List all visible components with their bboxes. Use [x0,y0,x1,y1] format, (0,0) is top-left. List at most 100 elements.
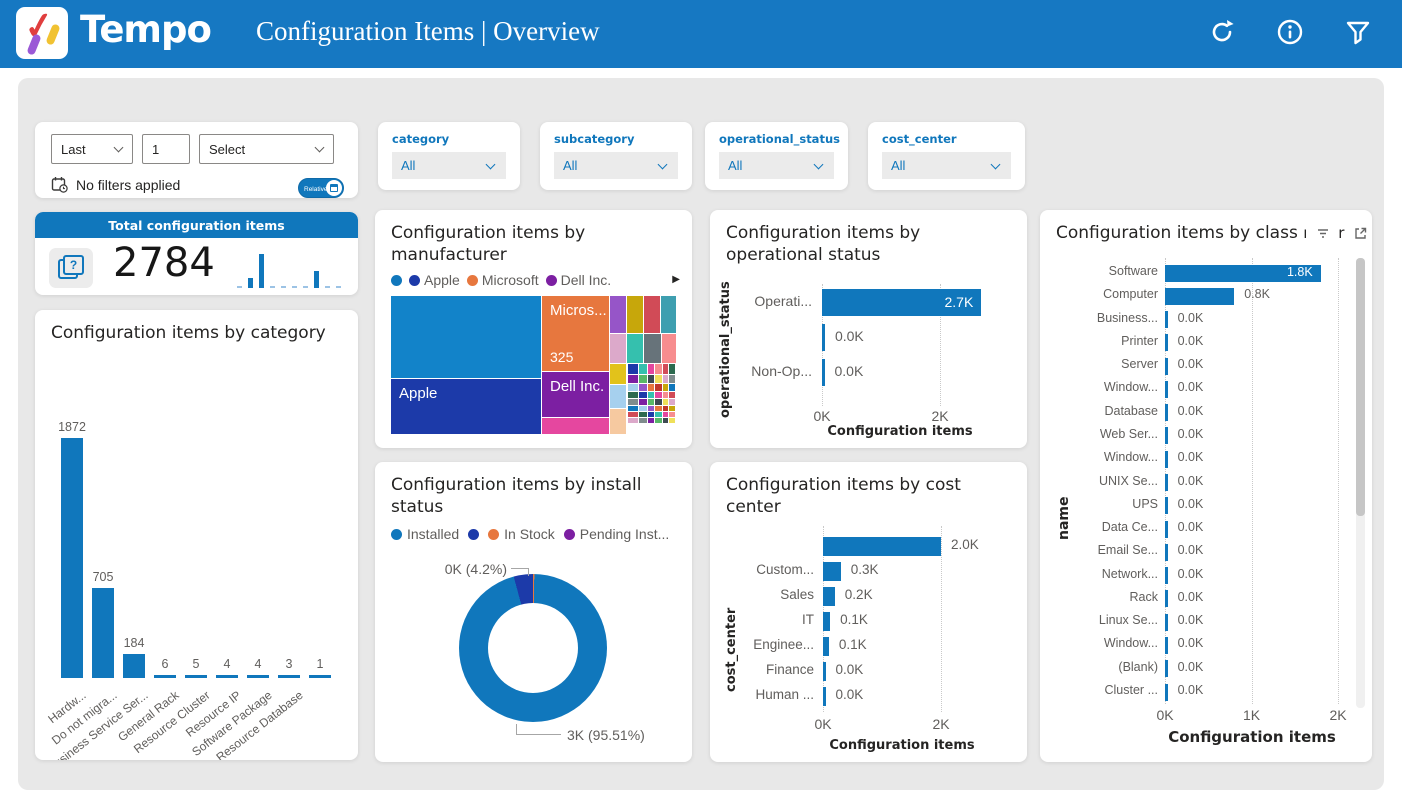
legend-dot[interactable] [467,275,478,286]
relative-toggle[interactable]: Relative [298,178,344,198]
treemap-mini-tile[interactable] [655,399,662,405]
bar-Web Ser...[interactable] [1165,427,1168,444]
treemap-mini-tile[interactable] [648,399,654,405]
treemap-mini-tile[interactable] [639,412,647,417]
slicer-cost-center-dropdown[interactable]: All [882,152,1011,179]
filter-icon[interactable] [1342,16,1374,48]
bar-Cluster ...[interactable] [1165,684,1168,701]
treemap-mini-tile[interactable] [639,392,647,398]
last-dropdown[interactable]: Last [51,134,133,164]
treemap-tile[interactable] [610,385,626,408]
treemap-mini-tile[interactable] [663,418,668,423]
treemap-mini-tile[interactable] [669,384,675,391]
treemap-mini-tile[interactable] [648,384,654,391]
legend-dot[interactable] [488,529,499,540]
treemap-mini-tile[interactable] [663,412,668,417]
bar-Finance[interactable] [823,662,826,681]
bar-Business Service Ser...[interactable] [123,654,145,678]
bar-UPS[interactable] [1165,497,1168,514]
bar-Data Ce...[interactable] [1165,521,1168,538]
bar-Do not migra...[interactable] [92,588,114,678]
treemap-tile[interactable] [610,334,626,363]
legend-next-arrow-icon[interactable]: ▶ [672,274,680,285]
bar-Custom...[interactable] [823,562,841,581]
legend-dot[interactable] [546,275,557,286]
treemap-mini-tile[interactable] [655,412,662,417]
treemap-tile-Apple[interactable]: Apple [391,379,541,434]
treemap-tile[interactable] [610,409,626,434]
treemap-mini-tile[interactable] [655,392,662,398]
treemap-mini-tile[interactable] [628,392,638,398]
treemap-mini-tile[interactable] [648,406,654,411]
treemap-mini-tile[interactable] [628,384,638,391]
treemap-mini-tile[interactable] [628,418,638,423]
treemap-mini-tile[interactable] [655,384,662,391]
legend-dot[interactable] [564,529,575,540]
bar-Operati...[interactable]: 2.7K [822,289,981,316]
treemap-mini-tile[interactable] [663,399,668,405]
treemap-mini-tile[interactable] [639,418,647,423]
treemap-mini-tile[interactable] [663,392,668,398]
treemap-mini-tile[interactable] [628,364,638,374]
treemap-mini-tile[interactable] [669,418,675,423]
bar-Database[interactable] [1165,404,1168,421]
treemap-tile-Micros...[interactable]: Micros...325 [542,296,609,371]
refresh-icon[interactable] [1206,16,1238,48]
treemap-tile[interactable] [610,364,626,384]
treemap-tile[interactable] [644,334,661,363]
bar-IT[interactable] [823,612,830,631]
bar-(Blank)[interactable] [1165,660,1168,677]
treemap-mini-tile[interactable] [669,406,675,411]
legend-dot[interactable] [391,275,402,286]
bar-blank[interactable] [823,537,941,556]
treemap-mini-tile[interactable] [628,406,638,411]
bar-Server[interactable] [1165,358,1168,375]
treemap-mini-tile[interactable] [628,412,638,417]
bar-Sales[interactable] [823,587,835,606]
number-input[interactable]: 1 [142,134,190,164]
slicer-category-dropdown[interactable]: All [392,152,506,179]
treemap-mini-tile[interactable] [669,375,675,383]
legend-dot[interactable] [409,275,420,286]
kpi-help-icon[interactable]: ? [49,248,93,288]
treemap-tile[interactable] [627,334,643,363]
treemap-mini-tile[interactable] [655,406,662,411]
treemap-mini-tile[interactable] [663,406,668,411]
treemap-mini-tile[interactable] [663,384,668,391]
bar-Window...[interactable] [1165,451,1168,468]
period-dropdown[interactable]: Select [199,134,334,164]
treemap-tile[interactable] [644,296,660,333]
slicer-subcategory-dropdown[interactable]: All [554,152,678,179]
treemap-mini-tile[interactable] [628,399,638,405]
treemap-tile[interactable] [661,296,676,333]
bar-Computer[interactable] [1165,288,1234,305]
treemap-mini-tile[interactable] [648,412,654,417]
bar-Software[interactable]: 1.8K [1165,265,1321,282]
bar-Window...[interactable] [1165,381,1168,398]
bar-Resource Database[interactable] [278,675,300,678]
bar-UNIX Se...[interactable] [1165,474,1168,491]
treemap-mini-tile[interactable] [648,392,654,398]
bar-Human ...[interactable] [823,687,826,706]
treemap-tile[interactable] [391,296,541,378]
treemap-mini-tile[interactable] [639,364,647,374]
treemap-mini-tile[interactable] [669,364,675,374]
treemap-mini-tile[interactable] [669,399,675,405]
bar-Hardw...[interactable] [61,438,83,678]
treemap-tile[interactable] [610,296,626,333]
bar-Enginee...[interactable] [823,637,829,656]
bar-Software Package[interactable] [247,675,269,678]
treemap-tile[interactable] [542,418,609,434]
legend-dot[interactable] [391,529,402,540]
treemap-tile[interactable] [662,334,676,363]
bar-General Rack[interactable] [154,675,176,678]
treemap-mini-tile[interactable] [655,418,662,423]
treemap-mini-tile[interactable] [648,418,654,423]
treemap-mini-tile[interactable] [663,375,668,383]
treemap-mini-tile[interactable] [639,399,647,405]
bar-Rack[interactable] [1165,590,1168,607]
treemap-mini-tile[interactable] [663,364,668,374]
treemap-mini-tile[interactable] [639,384,647,391]
treemap-mini-tile[interactable] [628,375,638,383]
bar-Printer[interactable] [1165,334,1168,351]
